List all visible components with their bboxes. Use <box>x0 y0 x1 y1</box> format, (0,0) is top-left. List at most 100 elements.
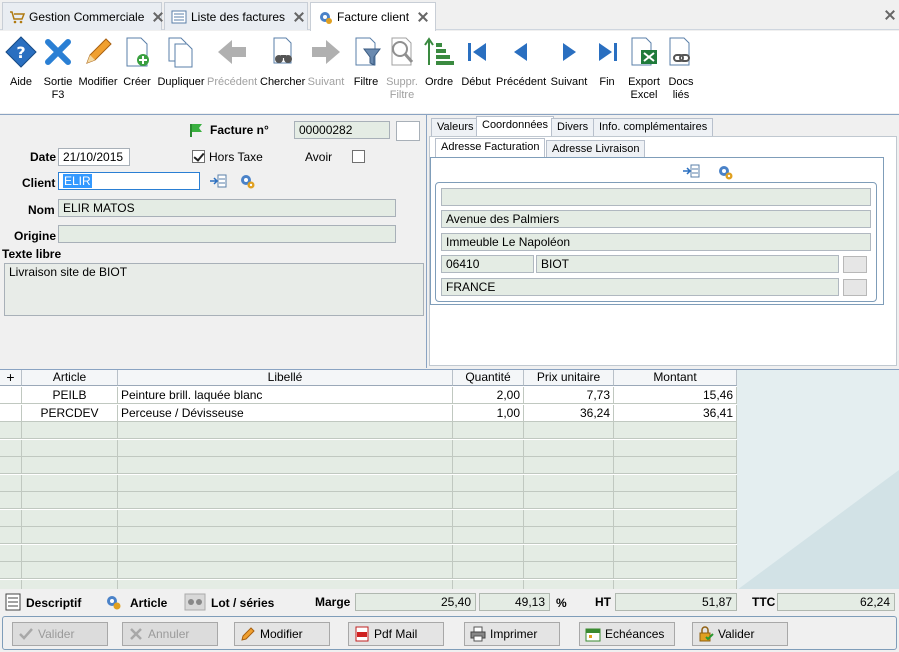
close-window-icon[interactable] <box>884 9 896 21</box>
cell-libelle[interactable] <box>118 509 453 527</box>
column-header-libelle[interactable]: Libellé <box>118 370 453 386</box>
cell-prix[interactable] <box>524 544 614 562</box>
row-selector[interactable] <box>0 404 22 422</box>
row-selector[interactable] <box>0 457 22 474</box>
cell-prix[interactable] <box>524 474 614 492</box>
linked-docs-button[interactable]: Docs liés <box>664 35 698 102</box>
cell-montant[interactable]: 15,46 <box>614 387 737 404</box>
first-record-button[interactable]: Début <box>460 35 492 89</box>
last-record-button[interactable]: Fin <box>591 35 623 89</box>
filter-button[interactable]: Filtre <box>350 35 382 89</box>
row-selector[interactable] <box>0 562 22 579</box>
cell-article[interactable]: PERCDEV <box>22 404 118 422</box>
cell-quantite[interactable] <box>453 562 524 579</box>
cell-quantite[interactable] <box>453 422 524 439</box>
cell-quantite[interactable] <box>453 492 524 509</box>
cell-libelle[interactable]: Perceuse / Dévisseuse <box>118 404 453 422</box>
search-button[interactable]: Chercher <box>260 35 305 89</box>
column-header-quantite[interactable]: Quantité <box>453 370 524 386</box>
cell-prix[interactable]: 36,24 <box>524 404 614 422</box>
sort-order-button[interactable]: Ordre <box>422 35 456 89</box>
nom-field[interactable]: ELIR MATOS <box>58 199 396 217</box>
modify-action-button[interactable]: Modifier <box>234 622 330 646</box>
cell-libelle[interactable] <box>118 439 453 457</box>
client-select-icon[interactable] <box>209 173 227 189</box>
cell-prix[interactable] <box>524 562 614 579</box>
city-field[interactable]: BIOT <box>536 255 839 273</box>
tab-valeurs[interactable]: Valeurs <box>431 118 480 136</box>
cell-article[interactable] <box>22 457 118 474</box>
print-button[interactable]: Imprimer <box>464 622 560 646</box>
cell-montant[interactable] <box>614 457 737 474</box>
cell-montant[interactable] <box>614 422 737 439</box>
invoice-number-field[interactable]: 00000282 <box>294 121 390 139</box>
cell-article[interactable] <box>22 439 118 457</box>
lot-series-button[interactable]: Lot / séries <box>211 596 274 610</box>
close-icon[interactable] <box>417 11 429 23</box>
previous-record-button[interactable]: Précédent <box>207 35 257 89</box>
origine-field[interactable] <box>58 225 396 243</box>
cell-quantite[interactable] <box>453 474 524 492</box>
export-excel-button[interactable]: Export Excel <box>626 35 662 102</box>
country-lookup-button[interactable] <box>843 279 867 296</box>
pdf-mail-button[interactable]: Pdf Mail <box>348 622 444 646</box>
validate-disabled-button[interactable]: Valider <box>12 622 108 646</box>
cell-montant[interactable] <box>614 509 737 527</box>
exit-button[interactable]: Sortie F3 <box>41 35 75 102</box>
client-field[interactable]: ELIR <box>58 172 200 190</box>
cell-quantite[interactable] <box>453 509 524 527</box>
next-button[interactable]: Suivant <box>549 35 589 89</box>
row-selector[interactable] <box>0 509 22 527</box>
cell-libelle[interactable] <box>118 562 453 579</box>
address-settings-gear-icon[interactable] <box>716 163 734 181</box>
tab-coordonnees[interactable]: Coordonnées <box>476 116 555 136</box>
row-selector[interactable] <box>0 422 22 439</box>
next-record-button[interactable]: Suivant <box>306 35 346 89</box>
tab-facture-client[interactable]: Facture client <box>310 2 436 31</box>
invoice-lookup-button[interactable] <box>396 121 420 141</box>
cell-quantite[interactable]: 1,00 <box>453 404 524 422</box>
tab-adresse-facturation[interactable]: Adresse Facturation <box>435 138 546 157</box>
address-line1-field[interactable]: Avenue des Palmiers <box>441 210 871 228</box>
city-lookup-button[interactable] <box>843 256 867 273</box>
cell-montant[interactable] <box>614 439 737 457</box>
previous-button[interactable]: Précédent <box>496 35 546 89</box>
cell-montant[interactable] <box>614 474 737 492</box>
row-selector[interactable] <box>0 527 22 544</box>
cell-prix[interactable] <box>524 509 614 527</box>
tab-info-complementaires[interactable]: Info. complémentaires <box>593 118 714 136</box>
postal-code-field[interactable]: 06410 <box>441 255 534 273</box>
close-icon[interactable] <box>293 11 305 23</box>
cell-montant[interactable]: 36,41 <box>614 404 737 422</box>
row-selector[interactable] <box>0 387 22 404</box>
date-field[interactable]: 21/10/2015 <box>58 148 130 166</box>
cell-article[interactable] <box>22 422 118 439</box>
cell-prix[interactable] <box>524 457 614 474</box>
tab-adresse-livraison[interactable]: Adresse Livraison <box>546 140 646 158</box>
modify-button[interactable]: Modifier <box>78 35 118 89</box>
address-select-icon[interactable] <box>682 163 700 179</box>
cell-montant[interactable] <box>614 492 737 509</box>
cell-prix[interactable]: 7,73 <box>524 387 614 404</box>
add-row-header[interactable]: + <box>0 370 22 386</box>
avoir-checkbox[interactable] <box>352 150 365 163</box>
cell-article[interactable] <box>22 492 118 509</box>
cell-libelle[interactable] <box>118 492 453 509</box>
cell-libelle[interactable]: Peinture brill. laquée blanc <box>118 387 453 404</box>
hors-taxe-checkbox[interactable] <box>192 150 205 163</box>
cell-quantite[interactable] <box>453 457 524 474</box>
client-settings-gear-icon[interactable] <box>238 172 256 190</box>
row-selector[interactable] <box>0 474 22 492</box>
cell-montant[interactable] <box>614 544 737 562</box>
cell-libelle[interactable] <box>118 457 453 474</box>
tab-liste-factures[interactable]: Liste des factures <box>164 2 308 30</box>
country-field[interactable]: FRANCE <box>441 278 839 296</box>
row-selector[interactable] <box>0 439 22 457</box>
cell-article[interactable] <box>22 474 118 492</box>
cell-montant[interactable] <box>614 527 737 544</box>
tab-divers[interactable]: Divers <box>551 118 595 136</box>
due-dates-button[interactable]: Echéances <box>579 622 675 646</box>
column-header-article[interactable]: Article <box>22 370 118 386</box>
cell-article[interactable]: PEILB <box>22 387 118 404</box>
cancel-button[interactable]: Annuler <box>122 622 218 646</box>
